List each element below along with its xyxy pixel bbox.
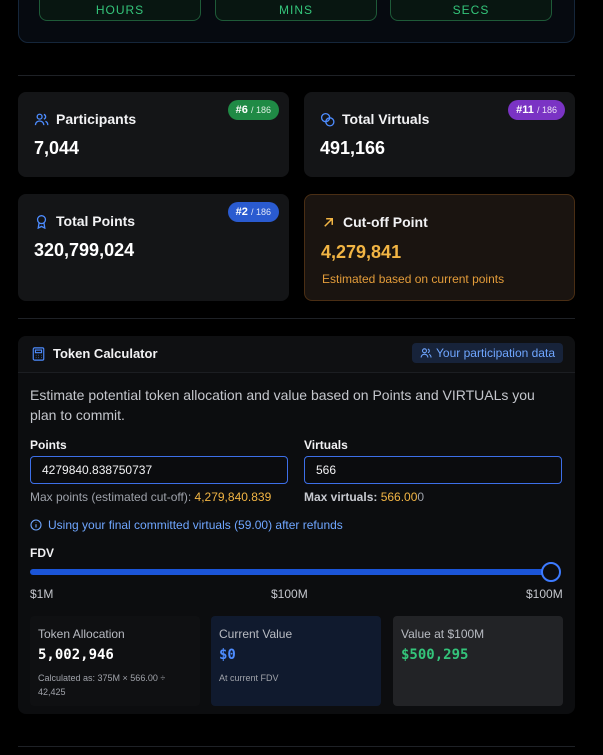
- token-allocation-note: Calculated as: 375M × 566.00 ÷ 42,425: [38, 673, 166, 697]
- section-divider: [18, 318, 575, 319]
- users-icon: [420, 348, 432, 358]
- virtuals-input[interactable]: [304, 456, 562, 484]
- participants-value: 7,044: [34, 138, 80, 158]
- fdv-tick-mid: $100M: [271, 587, 308, 601]
- virtuals-label: Virtuals: [304, 438, 348, 452]
- total-points-card: Total Points 320,799,024 #2 / 186: [18, 194, 289, 301]
- cutoff-label: Cut-off Point: [343, 214, 428, 230]
- fdv-label: FDV: [30, 546, 54, 560]
- points-hint-value: 4,279,840.839: [194, 490, 272, 504]
- current-value-note: At current FDV: [219, 673, 279, 683]
- current-value-amount: $0: [219, 647, 236, 663]
- calculator-header: Token Calculator Your participation data: [18, 336, 575, 373]
- token-allocation-value: 5,002,946: [38, 647, 114, 663]
- virtuals-hint-label: Max virtuals:: [304, 490, 378, 504]
- points-hint-label: Max points (estimated cut-off):: [30, 490, 192, 504]
- section-divider: [18, 746, 575, 747]
- calculator-title: Token Calculator: [32, 346, 158, 361]
- current-value-card: Current Value $0 At current FDV: [211, 616, 381, 706]
- users-icon: [34, 113, 49, 125]
- participants-label: Participants: [56, 111, 137, 127]
- total-virtuals-rank: #11: [516, 104, 534, 116]
- participants-rank-total: / 186: [250, 105, 271, 115]
- value-at-fdv-amount: $500,295: [401, 647, 469, 663]
- points-hint: Max points (estimated cut-off): 4,279,84…: [30, 490, 271, 504]
- participants-rank: #6: [235, 104, 248, 116]
- cutoff-value: 4,279,841: [321, 242, 402, 262]
- total-virtuals-card: Total Virtuals 491,166 #11 / 186: [304, 92, 575, 177]
- total-points-rank-badge: #2 / 186: [227, 202, 279, 222]
- cutoff-card: Cut-off Point 4,279,841 Estimated based …: [304, 194, 575, 301]
- refund-info-text: Using your final committed virtuals (59.…: [48, 518, 343, 532]
- calculator-icon: [32, 346, 45, 361]
- arrow-up-right-icon: [324, 217, 333, 227]
- total-points-rank-total: / 186: [250, 207, 271, 217]
- points-label: Points: [30, 438, 67, 452]
- participation-data-label: Your participation data: [436, 346, 555, 360]
- total-points-header: Total Points: [34, 213, 135, 229]
- refund-info: Using your final committed virtuals (59.…: [30, 518, 343, 532]
- timer-hours: HOURS: [39, 0, 201, 21]
- total-virtuals-rank-total: / 186: [536, 105, 557, 115]
- total-virtuals-label: Total Virtuals: [342, 111, 430, 127]
- timer-secs: SECS: [390, 0, 552, 21]
- virtuals-hint-suffix: 0: [417, 490, 425, 504]
- participants-header: Participants: [34, 111, 136, 127]
- token-allocation-card: Token Allocation 5,002,946 Calculated as…: [30, 616, 200, 706]
- token-calculator: Token Calculator Your participation data…: [18, 336, 575, 714]
- coins-icon: [320, 112, 335, 127]
- fdv-tick-min: $1M: [30, 587, 54, 601]
- cutoff-header: Cut-off Point: [321, 214, 428, 230]
- fdv-slider-track[interactable]: [30, 569, 550, 575]
- participants-rank-badge: #6 / 186: [227, 100, 279, 120]
- participation-data-button[interactable]: Your participation data: [412, 343, 563, 363]
- points-input[interactable]: [30, 456, 288, 484]
- total-points-rank: #2: [235, 206, 248, 218]
- participants-card: Participants 7,044 #6 / 186: [18, 92, 289, 177]
- total-virtuals-value: 491,166: [320, 138, 386, 158]
- cutoff-note: Estimated based on current points: [322, 272, 505, 286]
- token-allocation-title: Token Allocation: [38, 627, 125, 641]
- virtuals-hint: Max virtuals: 566.000: [304, 490, 424, 504]
- calculator-description: Estimate potential token allocation and …: [30, 387, 535, 423]
- section-divider: [18, 75, 575, 76]
- total-virtuals-header: Total Virtuals: [320, 111, 429, 127]
- fdv-tick-max: $100M: [526, 587, 563, 601]
- countdown-timer: HOURS MINS SECS: [18, 0, 575, 43]
- total-points-value: 320,799,024: [34, 240, 135, 260]
- calculator-title-text: Token Calculator: [53, 346, 158, 361]
- value-at-fdv-card: Value at $100M $500,295: [393, 616, 563, 706]
- virtuals-hint-value: 566.00: [380, 490, 418, 504]
- total-virtuals-rank-badge: #11 / 186: [508, 100, 565, 120]
- info-icon: [30, 519, 42, 531]
- total-points-label: Total Points: [56, 213, 136, 229]
- value-at-fdv-title: Value at $100M: [401, 627, 485, 641]
- timer-mins: MINS: [215, 0, 377, 21]
- award-icon: [36, 214, 47, 229]
- current-value-title: Current Value: [219, 627, 293, 641]
- fdv-slider-thumb[interactable]: [541, 562, 561, 582]
